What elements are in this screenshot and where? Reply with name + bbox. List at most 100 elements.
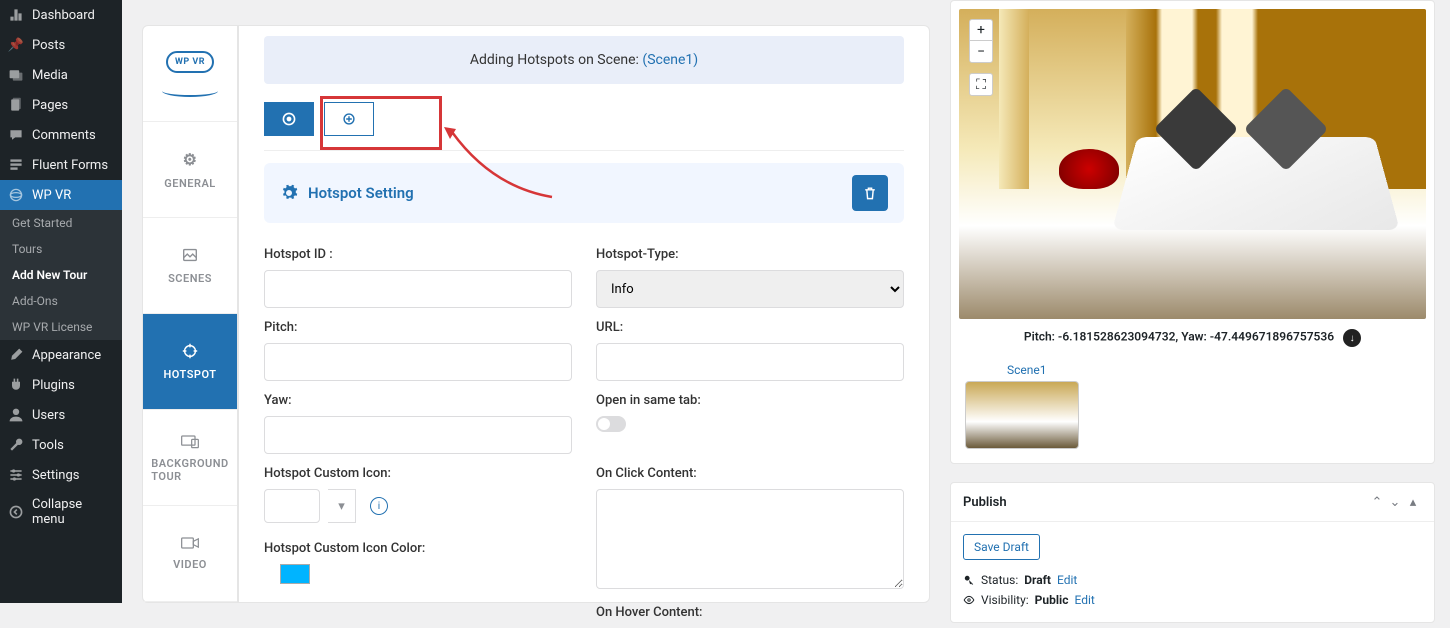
right-column: + − ⛶ Pitch: -6.181528623094732, Yaw: -4… <box>950 0 1450 603</box>
tab-video[interactable]: VIDEO <box>143 506 237 602</box>
menu-label: Dashboard <box>32 8 95 23</box>
icon-dropdown[interactable]: ▾ <box>328 489 356 523</box>
metabox-up-button[interactable]: ⌃ <box>1368 493 1386 511</box>
label: On Click Content: <box>596 466 904 481</box>
menu-media[interactable]: Media <box>0 60 122 90</box>
sub-tours[interactable]: Tours <box>0 236 122 262</box>
edit-status-link[interactable]: Edit <box>1057 573 1077 587</box>
field-pitch: Pitch: <box>264 320 572 381</box>
menu-label: Tools <box>32 438 64 453</box>
tab-label: SCENES <box>168 272 212 285</box>
color-swatch[interactable] <box>280 564 310 584</box>
delete-hotspot-button[interactable] <box>852 175 888 211</box>
fullscreen-button[interactable]: ⛶ <box>970 74 992 95</box>
publish-title: Publish <box>963 495 1368 510</box>
hotspot-id-input[interactable] <box>264 270 572 308</box>
tab-label: HOTSPOT <box>163 368 216 381</box>
menu-label: Media <box>32 68 68 83</box>
menu-settings[interactable]: Settings <box>0 460 122 490</box>
menu-dashboard[interactable]: Dashboard <box>0 0 122 30</box>
pitch-input[interactable] <box>264 343 572 381</box>
scene-name[interactable]: Scene1 <box>1007 363 1426 377</box>
menu-label: Comments <box>32 128 96 143</box>
menu-comments[interactable]: Comments <box>0 120 122 150</box>
label: Open in same tab: <box>596 393 904 408</box>
comment-icon <box>8 127 24 143</box>
visibility-row: Visibility: Public Edit <box>963 590 1422 610</box>
menu-appearance[interactable]: Appearance <box>0 340 122 370</box>
menu-label: Pages <box>32 98 68 113</box>
hotspot-form: Hotspot ID : Hotspot-Type: Info Pitch: U… <box>264 247 904 628</box>
tab-general[interactable]: ⚙GENERAL <box>143 122 237 218</box>
menu-label: Settings <box>32 468 79 483</box>
scene-thumbnail[interactable] <box>965 381 1079 449</box>
main-content: WP VR ⚙GENERAL SCENES HOTSPOT BACKGROUND… <box>122 0 1450 603</box>
menu-label: Appearance <box>32 348 101 363</box>
publish-metabox: Publish ⌃ ⌄ ▴ Save Draft Status: Draft E… <box>950 482 1435 623</box>
trash-icon <box>862 185 878 201</box>
tab-background-tour[interactable]: BACKGROUNDTOUR <box>143 410 237 506</box>
icon-input[interactable] <box>264 489 320 523</box>
field-url: URL: <box>596 320 904 381</box>
vr-preview[interactable]: + − ⛶ <box>959 9 1426 319</box>
target-icon <box>181 342 199 360</box>
metabox-toggle-button[interactable]: ▴ <box>1404 493 1422 511</box>
zoom-in-button[interactable]: + <box>970 20 992 41</box>
edit-visibility-link[interactable]: Edit <box>1074 593 1094 607</box>
open-tab-toggle[interactable] <box>596 416 626 432</box>
hotspot-panel: Adding Hotspots on Scene: (Scene1) Hotsp… <box>238 25 930 603</box>
field-on-hover: On Hover Content: <box>596 605 904 628</box>
url-input[interactable] <box>596 343 904 381</box>
field-open-tab: Open in same tab: <box>596 393 904 454</box>
sub-addons[interactable]: Add-Ons <box>0 288 122 314</box>
sliders-icon <box>8 467 24 483</box>
divider <box>264 150 904 151</box>
menu-pages[interactable]: Pages <box>0 90 122 120</box>
tab-hotspot[interactable]: HOTSPOT <box>143 314 237 410</box>
wrench-icon <box>8 437 24 453</box>
hotspot-type-select[interactable]: Info <box>596 270 904 308</box>
icon-picker: ▾ i <box>264 489 572 523</box>
yaw-input[interactable] <box>264 416 572 454</box>
on-click-textarea[interactable] <box>596 489 904 589</box>
notice-text: Adding Hotspots on Scene: <box>470 52 643 68</box>
metabox-down-button[interactable]: ⌄ <box>1386 493 1404 511</box>
wpvr-logo-wave <box>162 85 218 97</box>
label: URL: <box>596 320 904 335</box>
menu-collapse[interactable]: Collapse menu <box>0 490 122 534</box>
hotspot-add-tab[interactable] <box>324 102 374 136</box>
status-label: Status: <box>981 573 1018 587</box>
menu-label: Fluent Forms <box>32 158 108 173</box>
save-draft-button[interactable]: Save Draft <box>963 534 1040 560</box>
info-icon[interactable]: i <box>370 497 388 515</box>
submenu-wp-vr: Get Started Tours Add New Tour Add-Ons W… <box>0 210 122 340</box>
download-coords-button[interactable]: ↓ <box>1343 329 1361 347</box>
sub-get-started[interactable]: Get Started <box>0 210 122 236</box>
hotspot-setting-title: Hotspot Setting <box>308 184 842 202</box>
hotspot-tab-1[interactable] <box>264 102 314 136</box>
wp-admin-sidebar: Dashboard 📌Posts Media Pages Comments Fl… <box>0 0 122 603</box>
dashboard-icon <box>8 7 24 23</box>
preview-card: + − ⛶ Pitch: -6.181528623094732, Yaw: -4… <box>950 0 1435 464</box>
gear-icon <box>280 184 298 202</box>
sub-add-new-tour[interactable]: Add New Tour <box>0 262 122 288</box>
label: Yaw: <box>264 393 572 408</box>
status-value: Draft <box>1024 573 1051 587</box>
menu-label: WP VR <box>32 188 71 203</box>
eye-icon <box>963 594 975 606</box>
preview-lamp <box>999 9 1029 189</box>
menu-plugins[interactable]: Plugins <box>0 370 122 400</box>
center-column: WP VR ⚙GENERAL SCENES HOTSPOT BACKGROUND… <box>122 0 930 603</box>
tab-scenes[interactable]: SCENES <box>143 218 237 314</box>
scene-thumbnail-row: Scene1 <box>959 357 1426 455</box>
annotation-arrow <box>442 117 562 207</box>
menu-posts[interactable]: 📌Posts <box>0 30 122 60</box>
zoom-out-button[interactable]: − <box>970 41 992 62</box>
sub-license[interactable]: WP VR License <box>0 314 122 340</box>
menu-wp-vr[interactable]: WP VR <box>0 180 122 210</box>
dot-circle-icon <box>281 111 297 127</box>
menu-fluent-forms[interactable]: Fluent Forms <box>0 150 122 180</box>
notice-scene-link[interactable]: (Scene1) <box>642 52 698 68</box>
menu-users[interactable]: Users <box>0 400 122 430</box>
menu-tools[interactable]: Tools <box>0 430 122 460</box>
